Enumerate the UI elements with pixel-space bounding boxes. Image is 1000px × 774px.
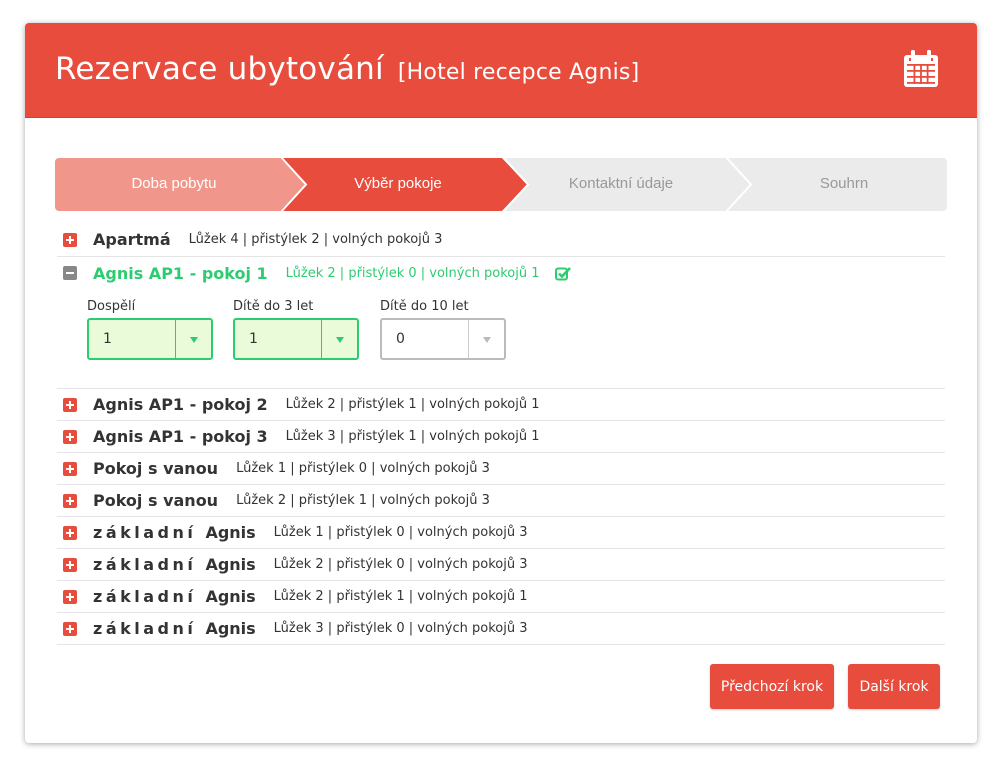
hotel-name: [Hotel recepce Agnis] — [397, 60, 640, 85]
adults-value: 1 — [103, 331, 112, 347]
room-name[interactable]: Agnis AP1 - pokoj 1 — [93, 264, 268, 283]
room-row[interactable]: Agnis AP1 - pokoj 3 Lůžek 3 | přistýlek … — [57, 421, 945, 453]
adults-group: Dospělí 1 — [87, 299, 213, 360]
title-text: Rezervace ubytování — [55, 51, 384, 87]
room-header-agnis-ap1-1[interactable]: Agnis AP1 - pokoj 1 Lůžek 2 | přistýlek … — [57, 257, 945, 289]
room-row[interactable]: základní Agnis Lůžek 2 | přistýlek 1 | v… — [57, 581, 945, 613]
calendar-icon[interactable] — [903, 50, 939, 88]
expand-plus-icon[interactable] — [63, 525, 77, 540]
child3-value: 1 — [249, 331, 258, 347]
next-step-button[interactable]: Další krok — [848, 664, 940, 709]
expand-plus-icon[interactable] — [63, 557, 77, 572]
page-title: Rezervace ubytování [Hotel recepce Agnis… — [55, 51, 639, 87]
child10-value: 0 — [396, 331, 405, 347]
room-name[interactable]: Agnis AP1 - pokoj 3 — [93, 427, 268, 446]
room-name[interactable]: Pokoj s vanou — [93, 491, 218, 510]
previous-step-button[interactable]: Předchozí krok — [710, 664, 834, 709]
header: Rezervace ubytování [Hotel recepce Agnis… — [25, 23, 977, 118]
room-info: Lůžek 1 | přistýlek 0 | volných pokojů 3 — [236, 461, 490, 476]
child10-select[interactable]: 0 — [380, 318, 506, 360]
room-name[interactable]: Apartmá — [93, 230, 171, 249]
room-info: Lůžek 2 | přistýlek 1 | volných pokojů 3 — [236, 493, 490, 508]
room-name[interactable]: základní Agnis — [93, 523, 256, 542]
room-name-part: Agnis — [205, 619, 256, 638]
room-name[interactable]: Pokoj s vanou — [93, 459, 218, 478]
room-name-part: základní — [93, 555, 197, 574]
progress-steps: Doba pobytu Výběr pokoje Kontaktní údaje… — [55, 158, 947, 211]
room-info: Lůžek 4 | přistýlek 2 | volných pokojů 3 — [188, 232, 443, 247]
expand-plus-icon[interactable] — [63, 589, 77, 604]
expand-plus-icon[interactable] — [63, 621, 77, 636]
room-row[interactable]: Pokoj s vanou Lůžek 2 | přistýlek 1 | vo… — [57, 485, 945, 517]
adults-select[interactable]: 1 — [87, 318, 213, 360]
room-name-part: Agnis — [205, 587, 256, 606]
step-kontaktni-udaje: Kontaktní údaje — [568, 175, 674, 192]
chevron-down-icon[interactable] — [321, 320, 357, 358]
expand-plus-icon[interactable] — [63, 232, 77, 247]
chevron-down-icon[interactable] — [468, 320, 504, 358]
expand-plus-icon[interactable] — [63, 461, 77, 476]
step-souhrn: Souhrn — [819, 175, 869, 192]
collapse-minus-icon[interactable] — [63, 266, 77, 280]
step-vyber-pokoje[interactable]: Výběr pokoje — [298, 175, 498, 192]
room-name-part: Agnis — [205, 555, 256, 574]
room-name-part: Agnis — [205, 523, 256, 542]
room-info: Lůžek 3 | přistýlek 0 | volných pokojů 3 — [273, 621, 528, 636]
room-info: Lůžek 3 | přistýlek 1 | volných pokojů 1 — [285, 429, 540, 444]
room-info: Lůžek 1 | přistýlek 0 | volných pokojů 3 — [273, 525, 528, 540]
chevron-down-icon[interactable] — [175, 320, 211, 358]
room-info: Lůžek 2 | přistýlek 0 | volných pokojů 1 — [285, 265, 540, 281]
reservation-card: Rezervace ubytování [Hotel recepce Agnis… — [25, 23, 977, 743]
room-name-part: základní — [93, 587, 197, 606]
room-row[interactable]: základní Agnis Lůžek 3 | přistýlek 0 | v… — [57, 613, 945, 645]
room-info: Lůžek 2 | přistýlek 1 | volných pokojů 1 — [285, 397, 540, 412]
child10-group: Dítě do 10 let 0 — [380, 299, 506, 360]
child3-label: Dítě do 3 let — [233, 299, 314, 314]
child10-label: Dítě do 10 let — [380, 299, 469, 314]
room-info: Lůžek 2 | přistýlek 0 | volných pokojů 3 — [273, 557, 528, 572]
expand-plus-icon[interactable] — [63, 493, 77, 508]
room-row-expanded: Agnis AP1 - pokoj 1 Lůžek 2 | přistýlek … — [57, 257, 945, 389]
step-doba-pobytu[interactable]: Doba pobytu — [74, 175, 274, 192]
room-name[interactable]: základní Agnis — [93, 587, 256, 606]
expand-plus-icon[interactable] — [63, 397, 77, 412]
room-name-part: základní — [93, 523, 197, 542]
room-name-part: základní — [93, 619, 197, 638]
room-row[interactable]: Agnis AP1 - pokoj 2 Lůžek 2 | přistýlek … — [57, 389, 945, 421]
checked-square-icon — [555, 266, 572, 280]
room-name[interactable]: základní Agnis — [93, 619, 256, 638]
child3-group: Dítě do 3 let 1 — [233, 299, 359, 360]
room-row[interactable]: základní Agnis Lůžek 2 | přistýlek 0 | v… — [57, 549, 945, 581]
room-name[interactable]: základní Agnis — [93, 555, 256, 574]
adults-label: Dospělí — [87, 299, 136, 314]
room-name[interactable]: Agnis AP1 - pokoj 2 — [93, 395, 268, 414]
room-row-apartma[interactable]: Apartmá Lůžek 4 | přistýlek 2 | volných … — [57, 223, 945, 257]
expand-plus-icon[interactable] — [63, 429, 77, 444]
child3-select[interactable]: 1 — [233, 318, 359, 360]
room-list: Apartmá Lůžek 4 | přistýlek 2 | volných … — [57, 223, 945, 645]
room-row[interactable]: Pokoj s vanou Lůžek 1 | přistýlek 0 | vo… — [57, 453, 945, 485]
room-info: Lůžek 2 | přistýlek 1 | volných pokojů 1 — [273, 589, 528, 604]
room-row[interactable]: základní Agnis Lůžek 1 | přistýlek 0 | v… — [57, 517, 945, 549]
